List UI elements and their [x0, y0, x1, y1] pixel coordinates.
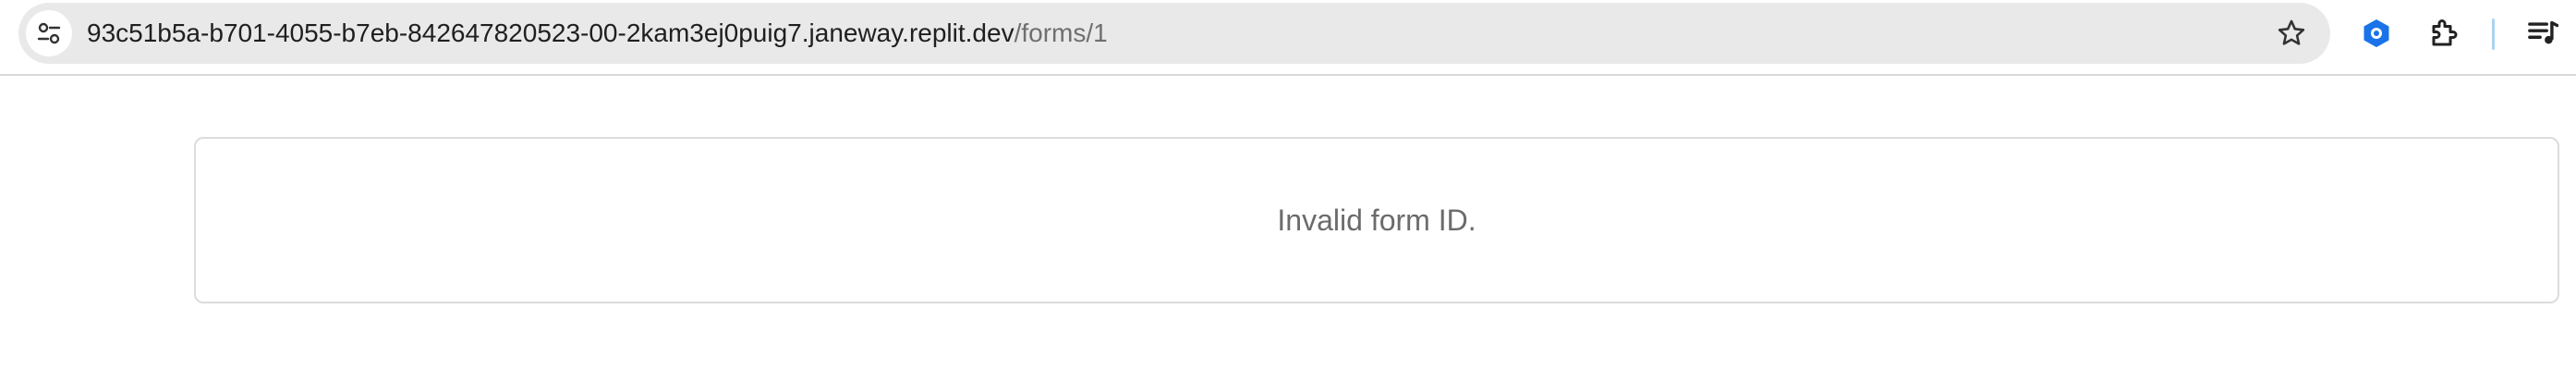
star-icon[interactable]: [2273, 15, 2310, 52]
message-card: Invalid form ID.: [194, 137, 2559, 303]
browser-toolbar: 93c51b5a-b701-4055-b7eb-842647820523-00-…: [0, 0, 2576, 76]
playlist-icon[interactable]: [2522, 13, 2563, 54]
url-text[interactable]: 93c51b5a-b701-4055-b7eb-842647820523-00-…: [87, 3, 1108, 64]
url-path: /forms/1: [1014, 19, 1108, 47]
tag-icon[interactable]: [2356, 13, 2397, 54]
puzzle-icon[interactable]: [2424, 13, 2465, 54]
site-info-icon[interactable]: [26, 10, 72, 56]
toolbar-divider: [2492, 19, 2495, 50]
url-host: 93c51b5a-b701-4055-b7eb-842647820523-00-…: [87, 19, 1015, 47]
address-bar[interactable]: 93c51b5a-b701-4055-b7eb-842647820523-00-…: [18, 3, 2330, 64]
invalid-form-message: Invalid form ID.: [1277, 203, 1476, 237]
